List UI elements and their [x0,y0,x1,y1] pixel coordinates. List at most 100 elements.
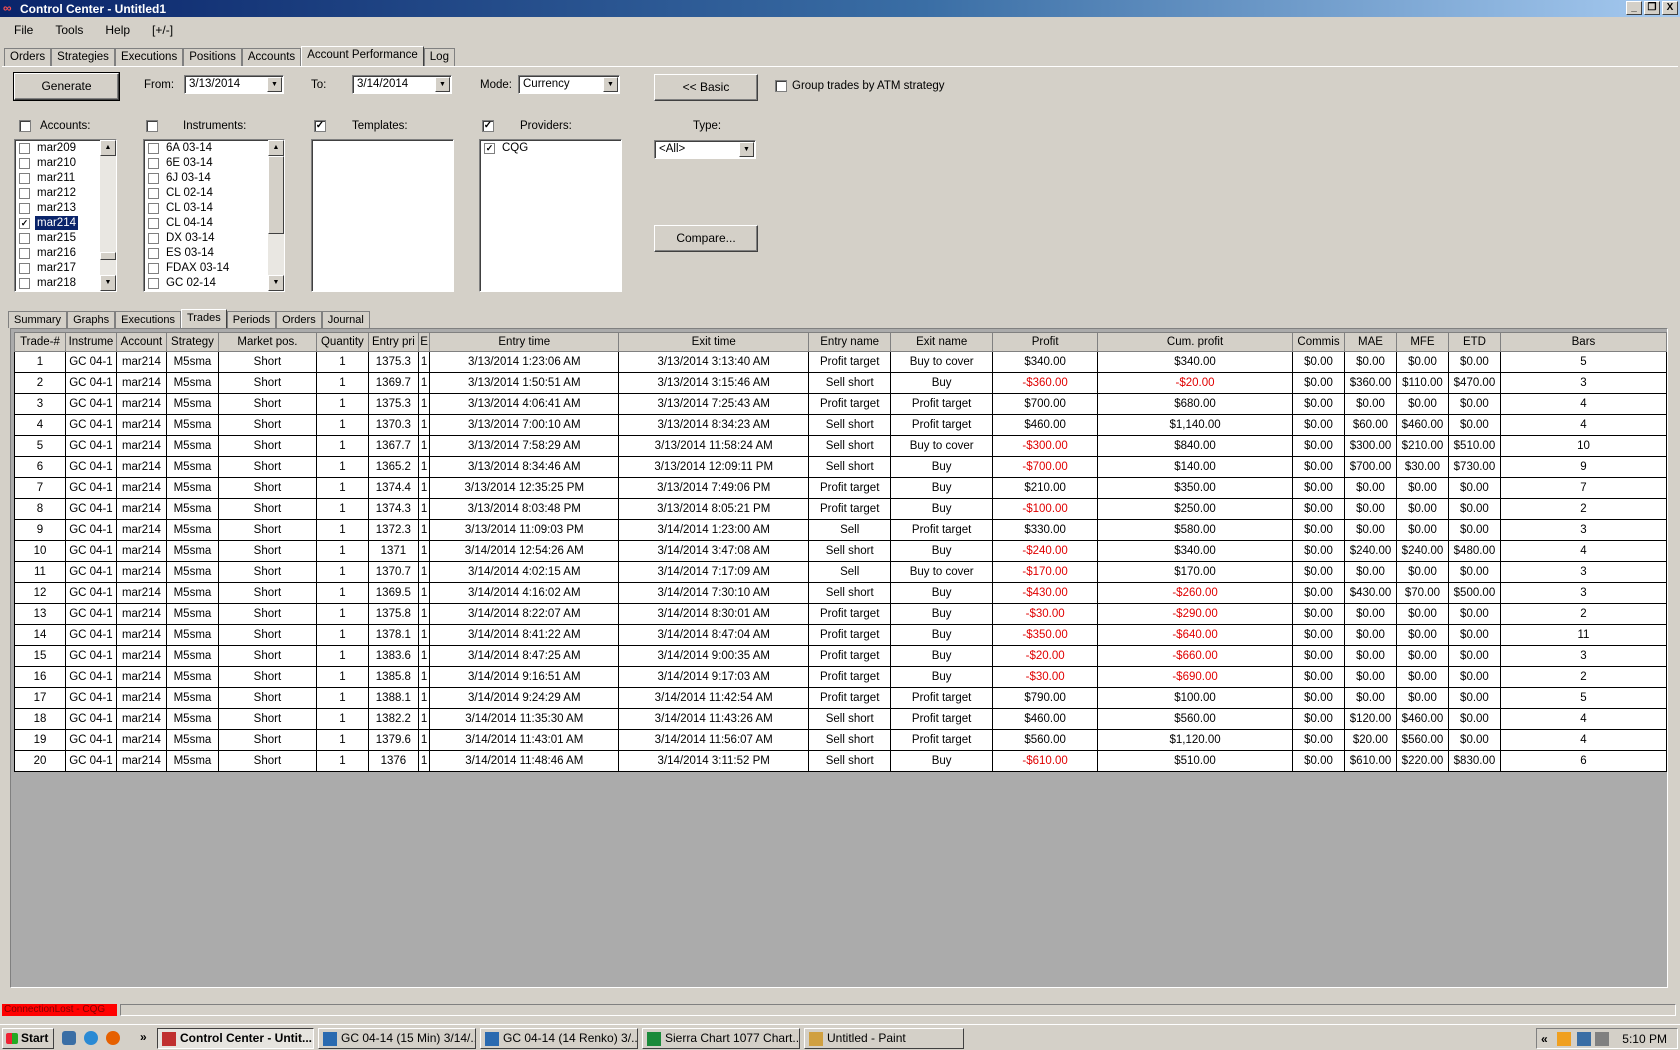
scroll-up-icon[interactable]: ▲ [268,140,284,156]
instruments-list-item[interactable]: FDAX 03-14 [144,261,284,276]
start-button[interactable]: Start [2,1028,54,1049]
table-row[interactable]: 11 GC 04-1 mar214 M5sma Short 1 1370.7 1 3/14/20… [14,561,1668,583]
table-row[interactable]: 13 GC 04-1 mar214 M5sma Short 1 1375.8 1 3/14/20… [14,603,1668,625]
tray-collapse-icon[interactable]: « [1541,1032,1548,1046]
minimize-button[interactable]: _ [1626,1,1642,15]
table-row[interactable]: 2 GC 04-1 mar214 M5sma Short 1 1369.7 1 3/13/201… [14,372,1668,394]
table-row[interactable]: 12 GC 04-1 mar214 M5sma Short 1 1369.5 1 3/14/20… [14,582,1668,604]
templates-all-checkbox[interactable]: ✓ [314,120,326,132]
table-row[interactable]: 7 GC 04-1 mar214 M5sma Short 1 1374.4 1 3/13/201… [14,477,1668,499]
accounts-item-checkbox[interactable] [19,143,30,154]
network-icon[interactable] [1577,1032,1591,1046]
table-row[interactable]: 16 GC 04-1 mar214 M5sma Short 1 1385.8 1 3/14/20… [14,666,1668,688]
table-row[interactable]: 10 GC 04-1 mar214 M5sma Short 1 1371 1 3/14/2014… [14,540,1668,562]
menu-expand-collapse[interactable]: [+/-] [138,19,181,41]
table-row[interactable]: 18 GC 04-1 mar214 M5sma Short 1 1382.2 1 3/14/20… [14,708,1668,730]
compare-button[interactable]: Compare... [654,225,758,252]
instruments-item-checkbox[interactable] [148,143,159,154]
taskbar-item[interactable]: Control Center - Untit... [157,1028,314,1049]
menu-help[interactable]: Help [91,19,138,41]
accounts-item-checkbox[interactable]: ✓ [19,218,30,229]
instruments-list-item[interactable]: GC 02-14 [144,276,284,291]
accounts-item-checkbox[interactable] [19,203,30,214]
instruments-item-checkbox[interactable] [148,278,159,289]
accounts-item-checkbox[interactable] [19,248,30,259]
column-header[interactable]: Bars [1499,332,1668,352]
column-header[interactable]: Entry time [429,332,620,352]
accounts-item-checkbox[interactable] [19,263,30,274]
instruments-item-checkbox[interactable] [148,203,159,214]
accounts-item-checkbox[interactable] [19,173,30,184]
chevron-down-icon[interactable]: ▼ [435,77,450,92]
column-header[interactable]: Trade-# [14,332,66,352]
instruments-list-item[interactable]: CL 02-14 [144,186,284,201]
scroll-down-icon[interactable]: ▼ [268,275,284,291]
notification-icon[interactable] [1557,1032,1571,1046]
tab-executions[interactable]: Executions [114,48,184,67]
instruments-list-item[interactable]: CL 04-14 [144,216,284,231]
scroll-thumb[interactable] [100,252,116,260]
column-header[interactable]: ETD [1447,332,1501,352]
type-select[interactable]: <All> ▼ [654,140,756,159]
column-header[interactable]: Exit name [890,332,994,352]
basic-toggle-button[interactable]: << Basic [654,74,758,101]
tab-trades[interactable]: Trades [180,309,227,329]
instruments-item-checkbox[interactable] [148,158,159,169]
instruments-all-checkbox[interactable] [146,120,158,132]
instruments-list-item[interactable]: DX 03-14 [144,231,284,246]
table-row[interactable]: 5 GC 04-1 mar214 M5sma Short 1 1367.7 1 3/13/201… [14,435,1668,457]
table-row[interactable]: 6 GC 04-1 mar214 M5sma Short 1 1365.2 1 3/13/201… [14,456,1668,478]
taskbar-item[interactable]: Untitled - Paint [804,1028,964,1049]
chevron-down-icon[interactable]: ▼ [739,142,754,157]
tab-orders[interactable]: Orders [4,48,52,67]
close-button[interactable]: X [1662,1,1678,15]
table-row[interactable]: 9 GC 04-1 mar214 M5sma Short 1 1372.3 1 3/13/201… [14,519,1668,541]
instruments-item-checkbox[interactable] [148,173,159,184]
tab-strategies[interactable]: Strategies [51,48,115,67]
instruments-item-checkbox[interactable] [148,188,159,199]
column-header[interactable]: Entry name [808,332,892,352]
taskbar-chevron[interactable]: » [140,1030,147,1044]
volume-icon[interactable] [1595,1032,1609,1046]
tab-graphs[interactable]: Graphs [67,311,116,328]
column-header[interactable]: Cum. profit [1097,332,1293,352]
tab-account-performance[interactable]: Account Performance [301,46,424,67]
menu-tools[interactable]: Tools [41,19,91,41]
providers-list[interactable]: ✓ CQG [479,139,622,292]
table-row[interactable]: 1 GC 04-1 mar214 M5sma Short 1 1375.3 1 3/13/201… [14,351,1668,373]
group-by-atm-checkbox[interactable] [775,80,787,92]
taskbar-item[interactable]: GC 04-14 (14 Renko) 3/... [480,1028,638,1049]
tab-log[interactable]: Log [423,48,455,67]
instruments-item-checkbox[interactable] [148,263,159,274]
tab-executions[interactable]: Executions [115,311,181,328]
column-header[interactable]: Entry pri [367,332,419,352]
providers-all-checkbox[interactable]: ✓ [482,120,494,132]
instruments-item-checkbox[interactable] [148,233,159,244]
column-header[interactable]: MFE [1395,332,1449,352]
instruments-scrollbar[interactable]: ▲ ▼ [268,140,284,291]
column-header[interactable]: Exit time [618,332,810,352]
instruments-list[interactable]: 6A 03-14 6E 03-14 6J 03-14 CL 02-14 CL 03-14… [143,139,285,292]
instruments-list-item[interactable]: CL 03-14 [144,201,284,216]
firefox-icon[interactable] [106,1031,120,1045]
tab-positions[interactable]: Positions [183,48,242,67]
column-header[interactable]: Profit [992,332,1099,352]
chevron-down-icon[interactable]: ▼ [267,77,282,92]
menu-file[interactable]: File [0,19,41,41]
column-header[interactable]: Instrume [64,332,117,352]
accounts-item-checkbox[interactable] [19,278,30,289]
maximize-button[interactable]: ❒ [1644,1,1660,15]
templates-list[interactable] [311,139,454,292]
generate-button[interactable]: Generate [13,72,120,101]
scroll-up-icon[interactable]: ▲ [100,140,116,156]
table-row[interactable]: 15 GC 04-1 mar214 M5sma Short 1 1383.6 1 3/14/20… [14,645,1668,667]
table-row[interactable]: 8 GC 04-1 mar214 M5sma Short 1 1374.3 1 3/13/201… [14,498,1668,520]
instruments-list-item[interactable]: 6J 03-14 [144,171,284,186]
accounts-item-checkbox[interactable] [19,233,30,244]
accounts-all-checkbox[interactable] [19,120,31,132]
column-header[interactable]: Account [115,332,167,352]
accounts-scrollbar[interactable]: ▲ ▼ [100,140,116,291]
table-row[interactable]: 17 GC 04-1 mar214 M5sma Short 1 1388.1 1 3/14/20… [14,687,1668,709]
accounts-item-checkbox[interactable] [19,158,30,169]
taskbar-item[interactable]: GC 04-14 (15 Min) 3/14/... [318,1028,476,1049]
